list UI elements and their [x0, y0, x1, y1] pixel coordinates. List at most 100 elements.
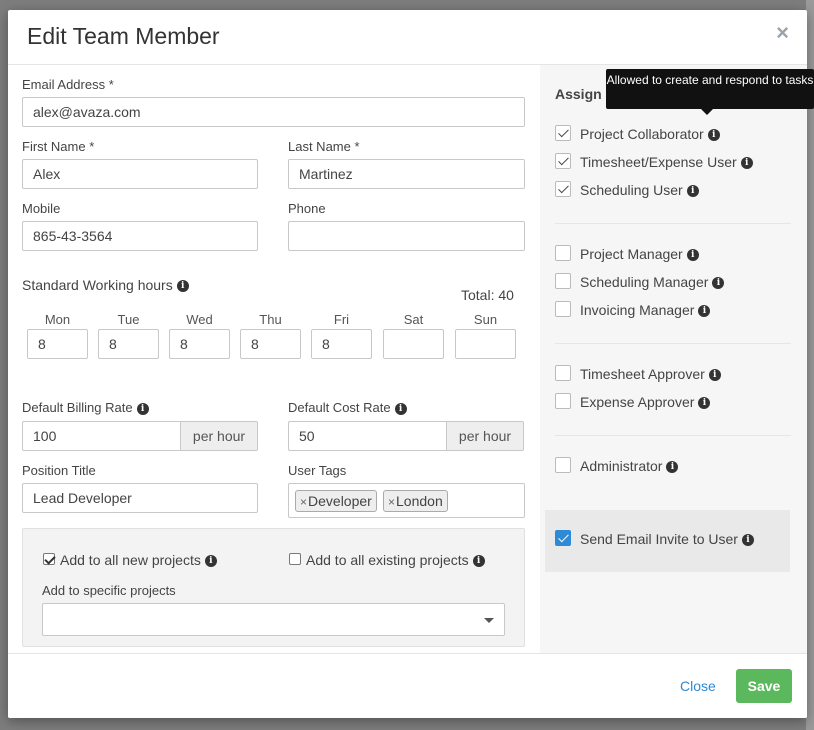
- specific-projects-label: Add to specific projects: [42, 583, 176, 598]
- day-label-wed: Wed: [186, 312, 213, 327]
- tag-developer: ×Developer: [295, 490, 377, 512]
- role-checkbox-scheduling-user[interactable]: [555, 181, 571, 197]
- hours-input-wed[interactable]: 8: [169, 329, 230, 359]
- info-icon[interactable]: i: [740, 157, 753, 170]
- email-label: Email Address *: [22, 77, 114, 92]
- day-label-thu: Thu: [259, 312, 282, 327]
- info-icon[interactable]: i: [472, 555, 485, 568]
- send-invite-box: Send Email Invite to User i: [545, 510, 790, 572]
- remove-tag-icon[interactable]: ×: [388, 495, 395, 509]
- role-label-project-manager: Project Manager i: [580, 246, 699, 262]
- info-icon[interactable]: i: [686, 185, 699, 198]
- last-name-label-text: Last Name: [288, 139, 351, 154]
- role-checkbox-scheduling-manager[interactable]: [555, 273, 571, 289]
- role-label-invoicing-manager: Invoicing Manager i: [580, 302, 711, 318]
- role-checkbox-administrator[interactable]: [555, 457, 571, 473]
- day-label-sat: Sat: [403, 312, 424, 327]
- working-hours-label: Standard Working hours i: [22, 277, 189, 293]
- day-label-tue: Tue: [117, 312, 140, 327]
- remove-tag-icon[interactable]: ×: [300, 495, 307, 509]
- info-icon[interactable]: i: [686, 249, 699, 262]
- role-label-timesheet-expense-user: Timesheet/Expense User i: [580, 154, 753, 170]
- cost-rate-label: Default Cost Rate i: [288, 400, 407, 415]
- info-icon[interactable]: i: [394, 402, 407, 415]
- hours-input-fri[interactable]: 8: [311, 329, 372, 359]
- role-label-text: Invoicing Manager: [580, 302, 695, 318]
- email-label-text: Email Address: [22, 77, 106, 92]
- info-icon[interactable]: i: [712, 277, 725, 290]
- info-icon[interactable]: i: [707, 129, 720, 142]
- info-icon[interactable]: i: [698, 305, 711, 318]
- email-input[interactable]: alex@avaza.com: [22, 97, 525, 127]
- working-hours-label-text: Standard Working hours: [22, 277, 173, 293]
- cost-rate-input[interactable]: 50: [288, 421, 447, 451]
- hours-input-mon[interactable]: 8: [27, 329, 88, 359]
- working-hours-total: Total: 40: [461, 287, 514, 303]
- billing-rate-unit: per hour: [181, 421, 258, 451]
- role-label-project-collaborator: Project Collaborator i: [580, 126, 720, 142]
- hours-input-tue[interactable]: 8: [98, 329, 159, 359]
- role-tooltip: Allowed to create and respond to tasks: [606, 69, 814, 109]
- user-tags-input[interactable]: ×Developer ×London: [288, 483, 525, 518]
- billing-rate-label-text: Default Billing Rate: [22, 400, 133, 415]
- add-existing-projects-label: Add to all existing projects i: [306, 552, 485, 568]
- add-existing-projects-checkbox[interactable]: [289, 553, 301, 565]
- role-label-scheduling-manager: Scheduling Manager i: [580, 274, 725, 290]
- info-icon[interactable]: i: [666, 461, 679, 474]
- edit-team-member-modal: Edit Team Member × Email Address * alex@…: [8, 10, 807, 718]
- role-checkbox-expense-approver[interactable]: [555, 393, 571, 409]
- assign-roles-panel: Assign Roles Project Collaborator i Times…: [540, 65, 807, 653]
- role-checkbox-invoicing-manager[interactable]: [555, 301, 571, 317]
- info-icon[interactable]: i: [204, 555, 217, 568]
- role-checkbox-project-collaborator[interactable]: [555, 125, 571, 141]
- position-title-input[interactable]: Lead Developer: [22, 483, 258, 513]
- role-checkbox-project-manager[interactable]: [555, 245, 571, 261]
- specific-projects-select[interactable]: [42, 603, 505, 636]
- required-marker: *: [354, 139, 360, 154]
- phone-label: Phone: [288, 201, 326, 216]
- projects-panel: Add to all new projects i Add to all exis…: [22, 528, 525, 647]
- close-icon[interactable]: ×: [776, 22, 789, 44]
- billing-rate-input[interactable]: 100: [22, 421, 181, 451]
- day-label-sun: Sun: [473, 312, 498, 327]
- role-label-expense-approver: Expense Approver i: [580, 394, 711, 410]
- info-icon[interactable]: i: [698, 397, 711, 410]
- position-title-label: Position Title: [22, 463, 96, 478]
- role-checkbox-timesheet-approver[interactable]: [555, 365, 571, 381]
- close-button[interactable]: Close: [680, 678, 716, 694]
- divider: [555, 223, 791, 224]
- day-label-mon: Mon: [44, 312, 71, 327]
- tag-label: Developer: [308, 493, 372, 509]
- last-name-input[interactable]: Martinez: [288, 159, 525, 189]
- role-label-text: Project Manager: [580, 246, 683, 262]
- hours-input-thu[interactable]: 8: [240, 329, 301, 359]
- send-invite-checkbox[interactable]: [555, 530, 571, 546]
- first-name-input[interactable]: Alex: [22, 159, 258, 189]
- user-tags-label: User Tags: [288, 463, 347, 478]
- mobile-input[interactable]: 865-43-3564: [22, 221, 258, 251]
- info-icon[interactable]: i: [136, 402, 149, 415]
- info-icon[interactable]: i: [741, 534, 754, 547]
- info-icon[interactable]: i: [708, 369, 721, 382]
- role-label-scheduling-user: Scheduling User i: [580, 182, 699, 198]
- role-label-text: Expense Approver: [580, 394, 695, 410]
- hours-input-sat[interactable]: [383, 329, 444, 359]
- day-label-fri: Fri: [333, 312, 350, 327]
- required-marker: *: [89, 139, 95, 154]
- billing-rate-label: Default Billing Rate i: [22, 400, 149, 415]
- role-label-administrator: Administrator i: [580, 458, 679, 474]
- info-icon[interactable]: i: [176, 280, 189, 293]
- add-existing-projects-label-text: Add to all existing projects: [306, 552, 469, 568]
- send-invite-label: Send Email Invite to User i: [580, 531, 754, 547]
- modal-header: Edit Team Member ×: [8, 10, 807, 65]
- hours-input-sun[interactable]: [455, 329, 516, 359]
- divider: [555, 435, 791, 436]
- modal-footer: Close Save: [8, 653, 807, 718]
- role-checkbox-timesheet-expense-user[interactable]: [555, 153, 571, 169]
- add-new-projects-checkbox[interactable]: [43, 553, 55, 565]
- phone-input[interactable]: [288, 221, 525, 251]
- save-button[interactable]: Save: [736, 669, 792, 703]
- role-label-text: Scheduling Manager: [580, 274, 709, 290]
- role-label-text: Timesheet/Expense User: [580, 154, 737, 170]
- first-name-label-text: First Name: [22, 139, 86, 154]
